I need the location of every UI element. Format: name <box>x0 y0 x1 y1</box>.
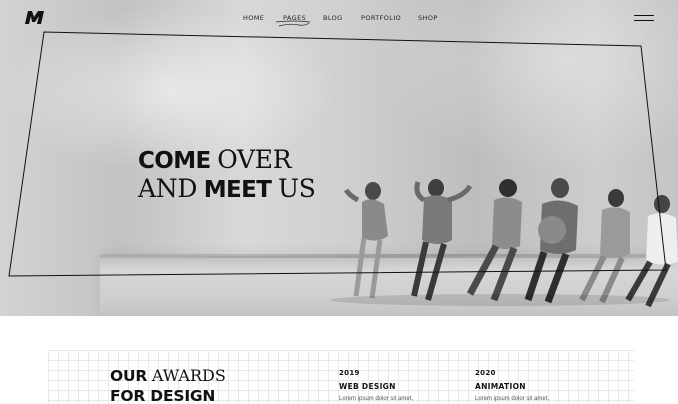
hero-title-word-come: COME <box>138 148 211 174</box>
award-description: Lorem ipsum dolor sit amet, <box>475 396 550 402</box>
awards-title-word-awards: AWARDS <box>151 366 226 385</box>
nav-item-shop[interactable]: SHOP <box>418 14 438 22</box>
hero-title-word-over: OVER <box>217 145 292 174</box>
awards-title-word-our: OUR <box>110 367 148 385</box>
award-description: Lorem ipsum dolor sit amet, <box>339 396 414 402</box>
hamburger-menu-icon[interactable] <box>634 14 654 23</box>
hero-title-word-and: AND <box>138 174 198 203</box>
award-category: ANIMATION <box>475 382 526 391</box>
award-item: 2020 ANIMATION Lorem ipsum dolor sit ame… <box>475 369 549 402</box>
hero-title-line-1: COME OVER <box>138 146 316 175</box>
award-category: WEB DESIGN <box>339 382 396 391</box>
hero-frame-outline <box>8 31 667 277</box>
awards-title: OUR AWARDS FOR DESIGN <box>110 366 226 404</box>
award-year: 2020 <box>475 369 496 377</box>
logo-mark[interactable] <box>24 10 46 25</box>
nav-item-home[interactable]: HOME <box>243 14 264 22</box>
hero-title-line-2: AND MEET US <box>138 175 316 204</box>
hero-title: COME OVER AND MEET US <box>138 146 316 204</box>
awards-title-for-design: FOR DESIGN <box>110 387 216 404</box>
nav-item-blog[interactable]: BLOG <box>323 14 343 22</box>
hero-title-word-meet: MEET <box>203 177 272 203</box>
nav-item-portfolio[interactable]: PORTFOLIO <box>361 14 401 22</box>
awards-title-line-2: FOR DESIGN <box>110 386 226 404</box>
award-year: 2019 <box>339 369 360 377</box>
hero-section: COME OVER AND MEET US <box>0 0 678 316</box>
awards-title-line-1: OUR AWARDS <box>110 366 226 386</box>
award-item: 2019 WEB DESIGN Lorem ipsum dolor sit am… <box>339 369 413 402</box>
nav-active-underline <box>275 20 311 27</box>
hero-title-word-us: US <box>278 174 316 203</box>
